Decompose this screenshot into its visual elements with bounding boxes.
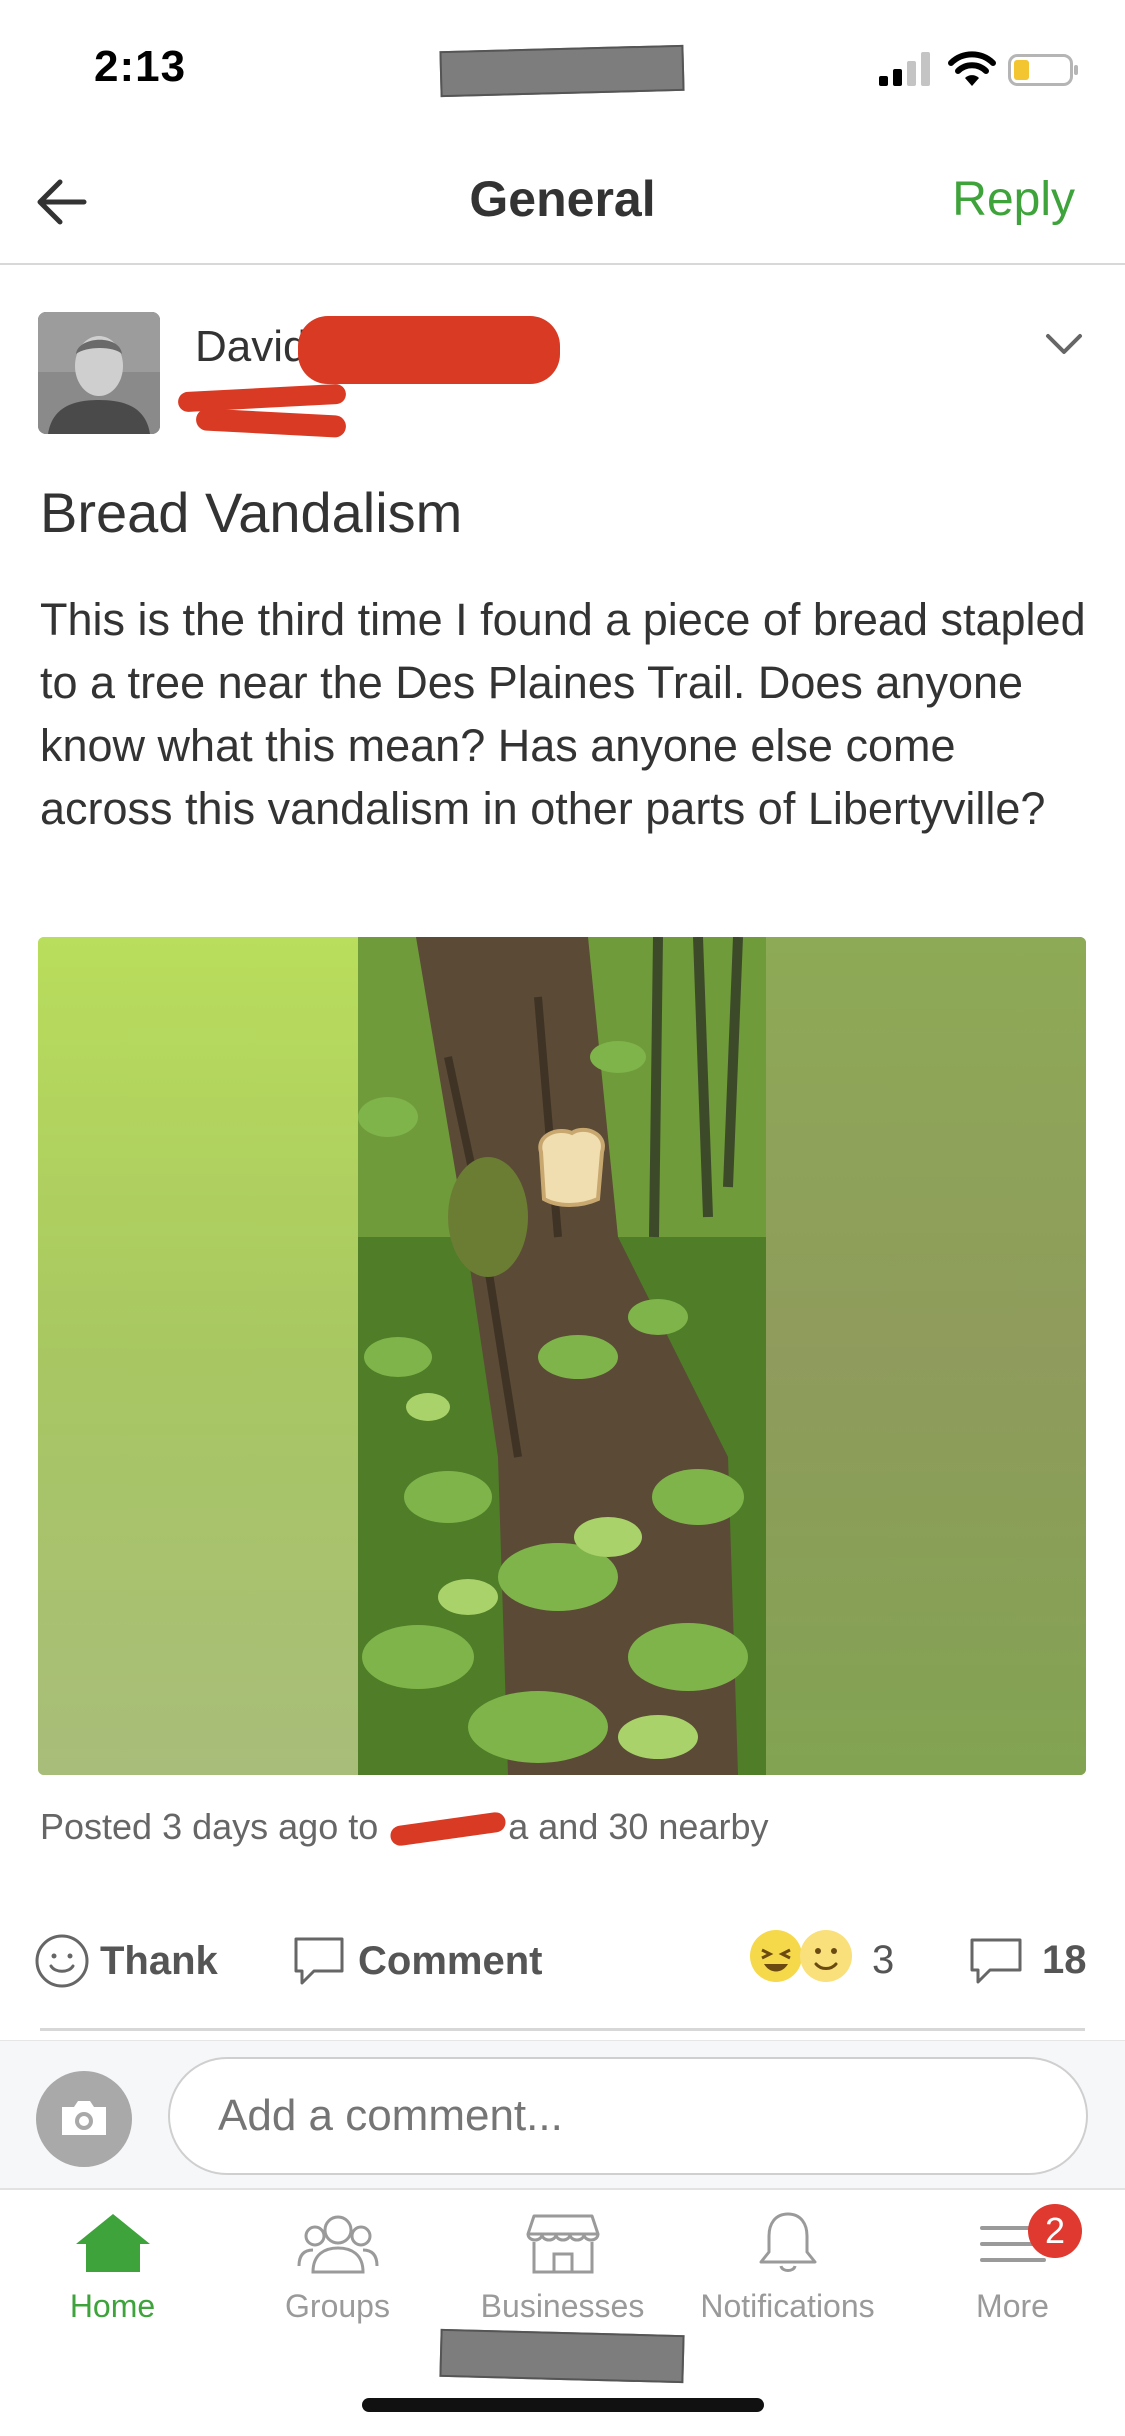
photo-tree-image: [358, 937, 766, 1775]
bell-icon: [759, 2212, 816, 2272]
tab-more[interactable]: More: [900, 2210, 1125, 2325]
status-time: 2:13: [94, 42, 187, 91]
thank-label: Thank: [100, 1938, 218, 1983]
posted-meta: Posted 3 days ago to a and 30 nearby: [40, 1806, 768, 1848]
tab-label: Notifications: [700, 2288, 875, 2324]
comment-label: Comment: [358, 1938, 543, 1983]
tab-label: Groups: [285, 2288, 390, 2324]
tab-businesses[interactable]: Businesses: [450, 2210, 675, 2325]
status-bar: 2:13: [0, 0, 1125, 140]
avatar[interactable]: [38, 312, 160, 434]
photo-blur-right: [766, 937, 1086, 1775]
photo-blur-left: [38, 937, 358, 1775]
notification-badge: 2: [1028, 2204, 1082, 2258]
reactions-icon[interactable]: [748, 1926, 858, 1986]
redaction-block: [439, 44, 685, 98]
nav-header: General Reply: [0, 140, 1125, 265]
battery-icon: [1008, 54, 1078, 86]
home-icon: [75, 2214, 150, 2272]
thank-button[interactable]: Thank: [34, 1920, 218, 2002]
tab-groups[interactable]: Groups: [225, 2210, 450, 2325]
smiley-icon: [35, 1934, 89, 1988]
store-icon: [526, 2214, 599, 2274]
post-photo[interactable]: [38, 937, 1086, 1775]
post-title: Bread Vandalism: [40, 481, 463, 544]
tab-label: Home: [69, 2288, 156, 2324]
wifi-icon: [948, 51, 996, 86]
speech-bubble-icon: [294, 1937, 344, 1985]
redaction-block: [439, 2328, 685, 2384]
redaction-mark: [195, 408, 347, 438]
tab-notifications[interactable]: Notifications: [675, 2210, 900, 2325]
reply-button[interactable]: Reply: [952, 172, 1075, 227]
camera-button[interactable]: [36, 2071, 132, 2167]
divider: [40, 2028, 1085, 2031]
post-actions: Thank Comment 3 18: [0, 1920, 1125, 2002]
author-name[interactable]: David: [195, 322, 308, 372]
comment-bar: [0, 2040, 1125, 2188]
camera-icon: [62, 2101, 106, 2135]
speech-bubble-icon[interactable]: [968, 1936, 1024, 1986]
tab-label: More: [976, 2288, 1049, 2324]
tab-label: Businesses: [480, 2288, 645, 2324]
reaction-count[interactable]: 3: [872, 1938, 894, 1983]
comment-count[interactable]: 18: [1042, 1938, 1087, 1983]
redaction-mark: [298, 316, 560, 384]
groups-icon: [297, 2215, 378, 2274]
chevron-down-icon[interactable]: [1040, 320, 1088, 368]
comment-button[interactable]: Comment: [290, 1920, 542, 2002]
comment-input[interactable]: [168, 2057, 1088, 2175]
avatar-photo: [38, 312, 160, 434]
tab-home[interactable]: Home: [0, 2210, 225, 2325]
posted-meta-prefix: Posted 3 days ago to: [40, 1806, 379, 1847]
signal-icon: [879, 52, 930, 86]
post-body: This is the third time I found a piece o…: [40, 594, 1086, 834]
home-indicator[interactable]: [362, 2398, 764, 2412]
posted-meta-suffix[interactable]: a and 30 nearby: [508, 1806, 768, 1847]
redaction-mark: [389, 1811, 508, 1848]
